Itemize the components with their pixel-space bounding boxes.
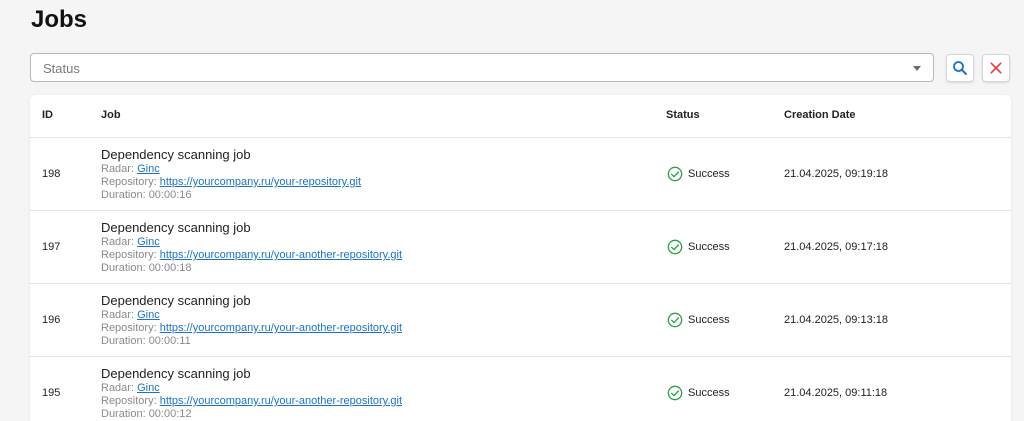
creation-date: 21.04.2025, 09:17:18: [784, 241, 888, 253]
radar-link[interactable]: Ginc: [137, 309, 160, 321]
status-text: Success: [688, 314, 730, 326]
job-repository-label: Repository:: [101, 249, 157, 261]
column-header-id[interactable]: ID: [42, 109, 53, 121]
close-icon: [990, 62, 1002, 74]
job-id: 195: [42, 387, 61, 399]
column-header-status[interactable]: Status: [666, 109, 700, 121]
job-repository-label: Repository:: [101, 322, 157, 334]
status-badge: Success: [667, 166, 730, 182]
job-radar-label: Radar:: [101, 163, 135, 175]
job-id: 198: [42, 168, 61, 180]
repository-link[interactable]: https://yourcompany.ru/your-another-repo…: [160, 249, 402, 261]
job-duration: Duration: 00:00:12: [101, 408, 192, 420]
status-text: Success: [688, 241, 730, 253]
job-radar: Radar: Ginc: [101, 163, 361, 176]
job-id: 196: [42, 314, 61, 326]
search-button[interactable]: [946, 54, 974, 82]
status-text: Success: [688, 168, 730, 180]
repository-link[interactable]: https://yourcompany.ru/your-another-repo…: [160, 395, 402, 407]
column-header-job[interactable]: Job: [101, 109, 121, 121]
job-radar-label: Radar:: [101, 236, 135, 248]
job-details: Dependency scanning job Radar: Ginc Repo…: [101, 147, 361, 202]
job-duration: Duration: 00:00:16: [101, 189, 192, 201]
table-row[interactable]: 196 Dependency scanning job Radar: Ginc …: [30, 284, 1011, 357]
check-circle-icon: [667, 385, 683, 401]
chevron-down-icon[interactable]: [913, 66, 921, 71]
jobs-page: Jobs Status ID Job Status Creation Date …: [0, 0, 1024, 421]
table-row[interactable]: 198 Dependency scanning job Radar: Ginc …: [30, 138, 1011, 211]
check-circle-icon: [667, 239, 683, 255]
creation-date: 21.04.2025, 09:13:18: [784, 314, 888, 326]
repository-link[interactable]: https://yourcompany.ru/your-another-repo…: [160, 322, 402, 334]
check-circle-icon: [667, 166, 683, 182]
job-repository: Repository: https://yourcompany.ru/your-…: [101, 249, 402, 262]
status-badge: Success: [667, 239, 730, 255]
status-badge: Success: [667, 385, 730, 401]
job-radar-label: Radar:: [101, 309, 135, 321]
radar-link[interactable]: Ginc: [137, 163, 160, 175]
job-details: Dependency scanning job Radar: Ginc Repo…: [101, 293, 402, 348]
job-repository: Repository: https://yourcompany.ru/your-…: [101, 322, 402, 335]
table-row[interactable]: 197 Dependency scanning job Radar: Ginc …: [30, 211, 1011, 284]
job-duration: Duration: 00:00:11: [101, 335, 191, 347]
check-circle-icon: [667, 312, 683, 328]
status-text: Success: [688, 387, 730, 399]
repository-link[interactable]: https://yourcompany.ru/your-repository.g…: [160, 176, 361, 188]
job-title: Dependency scanning job: [101, 366, 251, 381]
creation-date: 21.04.2025, 09:19:18: [784, 168, 888, 180]
job-radar-label: Radar:: [101, 382, 135, 394]
job-details: Dependency scanning job Radar: Ginc Repo…: [101, 220, 402, 275]
job-id: 197: [42, 241, 61, 253]
status-badge: Success: [667, 312, 730, 328]
job-repository-label: Repository:: [101, 176, 157, 188]
search-icon: [953, 61, 967, 75]
jobs-table: ID Job Status Creation Date 198 Dependen…: [30, 95, 1011, 421]
radar-link[interactable]: Ginc: [137, 236, 160, 248]
job-title: Dependency scanning job: [101, 220, 251, 235]
job-duration: Duration: 00:00:18: [101, 262, 192, 274]
job-repository-label: Repository:: [101, 395, 157, 407]
job-radar: Radar: Ginc: [101, 236, 402, 249]
job-radar: Radar: Ginc: [101, 309, 402, 322]
job-repository: Repository: https://yourcompany.ru/your-…: [101, 176, 361, 189]
page-title: Jobs: [31, 6, 88, 33]
job-title: Dependency scanning job: [101, 147, 251, 162]
radar-link[interactable]: Ginc: [137, 382, 160, 394]
job-radar: Radar: Ginc: [101, 382, 402, 395]
table-row[interactable]: 195 Dependency scanning job Radar: Ginc …: [30, 357, 1011, 421]
clear-filter-button[interactable]: [982, 54, 1010, 82]
status-filter-placeholder: Status: [43, 61, 80, 76]
column-header-creation-date[interactable]: Creation Date: [784, 109, 856, 121]
creation-date: 21.04.2025, 09:11:18: [784, 387, 888, 399]
table-header: ID Job Status Creation Date: [30, 95, 1011, 138]
job-title: Dependency scanning job: [101, 293, 251, 308]
status-filter-select[interactable]: Status: [30, 53, 934, 82]
job-details: Dependency scanning job Radar: Ginc Repo…: [101, 366, 402, 421]
job-repository: Repository: https://yourcompany.ru/your-…: [101, 395, 402, 408]
